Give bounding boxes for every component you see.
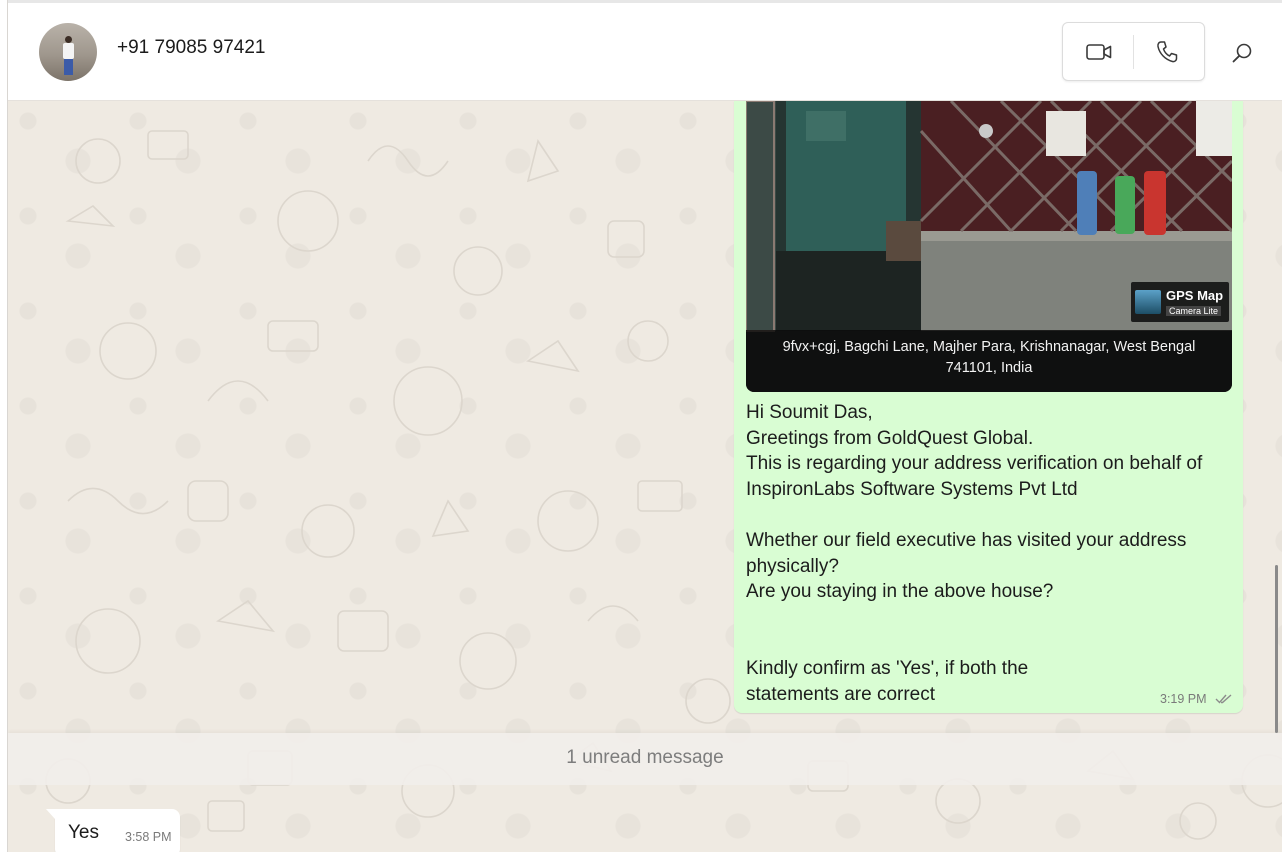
call-group-divider [1133,35,1134,69]
search-icon [1232,43,1252,63]
call-button-group [1062,22,1205,81]
video-call-button[interactable] [1075,33,1123,71]
outgoing-message-text: Hi Soumit Das, Greetings from GoldQuest … [746,402,1203,705]
gps-watermark: GPS Map Camera Lite [1131,282,1229,322]
incoming-message-time: 3:58 PM [125,830,172,844]
double-check-icon [1215,694,1232,704]
chat-message-area[interactable]: GPS Map Camera Lite 9fvx+cgj, Bagchi Lan… [8,101,1282,852]
gps-watermark-icon [1135,290,1161,314]
incoming-message-bubble[interactable]: Yes 3:58 PM [46,809,180,852]
incoming-message-text: Yes [68,822,99,843]
photo-caption: 9fvx+cgj, Bagchi Lane, Majher Para, Kris… [782,339,1196,376]
gps-watermark-subtitle: Camera Lite [1166,306,1222,316]
avatar-figure-head [65,36,72,43]
sidebar-edge [0,0,8,852]
outgoing-message-time: 3:19 PM [1160,692,1207,706]
chat-header: +91 79085 97421 [8,3,1282,101]
unread-messages-banner: 1 unread message [8,733,1282,785]
incoming-bubble-tail [46,809,55,819]
unread-messages-label: 1 unread message [566,747,724,768]
message-photo[interactable]: GPS Map Camera Lite 9fvx+cgj, Bagchi Lan… [746,101,1232,392]
video-camera-icon [1086,44,1112,60]
chat-scrollbar[interactable] [1275,565,1278,733]
voice-call-button[interactable] [1143,33,1191,71]
contact-name[interactable]: +91 79085 97421 [117,37,265,59]
phone-icon [1157,41,1178,63]
avatar-figure-torso [63,43,74,59]
search-button[interactable] [1226,37,1258,69]
avatar[interactable] [39,23,97,81]
avatar-figure-legs [64,59,73,75]
gps-watermark-title: GPS Map [1166,288,1224,303]
outgoing-message-bubble[interactable]: GPS Map Camera Lite 9fvx+cgj, Bagchi Lan… [734,101,1243,713]
